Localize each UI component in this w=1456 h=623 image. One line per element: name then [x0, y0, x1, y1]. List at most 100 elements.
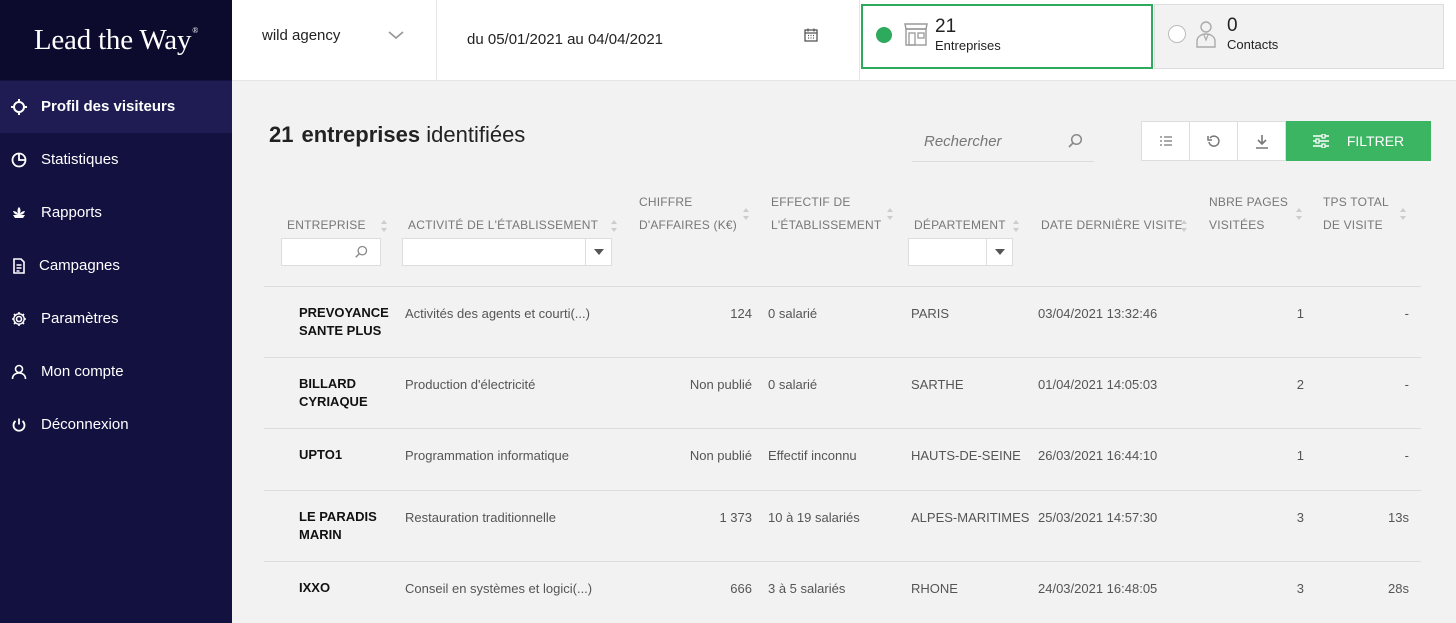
- table-row[interactable]: IXXO Conseil en systèmes et logici(...) …: [264, 561, 1421, 623]
- col-header-text: DE VISITE: [1323, 218, 1383, 232]
- user-icon: [11, 364, 27, 380]
- pages-cell: 2: [1296, 377, 1304, 392]
- col-header-text: D'AFFAIRES (K€): [639, 218, 737, 232]
- sliders-icon: [1312, 134, 1329, 148]
- sidebar-item-deconnexion[interactable]: Déconnexion: [0, 399, 232, 451]
- effectif-cell: 10 à 19 salariés: [768, 510, 860, 525]
- sidebar-item-statistiques[interactable]: Statistiques: [0, 134, 232, 186]
- search-input[interactable]: [912, 121, 1062, 161]
- sort-icon[interactable]: [1180, 219, 1188, 233]
- logo-mark: ®: [192, 25, 199, 35]
- duration-cell: -: [1404, 377, 1409, 392]
- sort-icon[interactable]: [1295, 207, 1303, 221]
- contacts-radio[interactable]: [1168, 25, 1186, 43]
- pages-cell: 1: [1296, 306, 1304, 321]
- dropdown-toggle[interactable]: [986, 239, 1012, 265]
- sidebar-item-campagnes[interactable]: Campagnes: [0, 240, 232, 292]
- effectif-cell: Effectif inconnu: [768, 448, 857, 463]
- ca-cell: Non publié: [689, 448, 752, 463]
- agency-name: wild agency: [262, 27, 341, 44]
- search-icon[interactable]: [1067, 133, 1083, 149]
- filter-button[interactable]: FILTRER: [1286, 121, 1431, 161]
- logo[interactable]: Lead the Way ®: [0, 0, 232, 80]
- col-header-text: DATE DERNIÈRE VISITE: [1041, 218, 1183, 232]
- sort-icon[interactable]: [886, 207, 894, 221]
- col-header-chiffre-affaires[interactable]: CHIFFRE D'AFFAIRES (K€): [639, 191, 737, 237]
- download-button[interactable]: [1237, 121, 1286, 161]
- ca-cell: 666: [730, 581, 752, 596]
- sort-icon[interactable]: [610, 219, 618, 233]
- company-name[interactable]: BILLARD CYRIAQUE: [299, 375, 399, 411]
- duration-cell: -: [1404, 306, 1409, 321]
- contacts-card[interactable]: 0 Contacts: [1154, 4, 1444, 69]
- company-name[interactable]: UPTO1: [299, 446, 399, 464]
- reset-button[interactable]: [1189, 121, 1238, 161]
- title-bold: entreprises: [301, 122, 421, 147]
- col-header-tps-total[interactable]: TPS TOTAL DE VISITE: [1323, 191, 1389, 237]
- col-header-activite[interactable]: ACTIVITÉ DE L'ÉTABLISSEMENT: [408, 214, 598, 237]
- ca-cell: Non publié: [689, 377, 752, 392]
- search-box: [912, 121, 1094, 162]
- columns-button[interactable]: [1141, 121, 1190, 161]
- table-row[interactable]: UPTO1 Programmation informatique Non pub…: [264, 428, 1421, 490]
- activity-cell: Restauration traditionnelle: [405, 510, 557, 525]
- table-row[interactable]: BILLARD CYRIAQUE Production d'électricit…: [264, 357, 1421, 428]
- duration-cell: 28s: [1388, 581, 1409, 596]
- activite-filter-select[interactable]: [402, 238, 612, 266]
- date-range-picker[interactable]: du 05/01/2021 au 04/04/2021: [437, 0, 860, 81]
- company-name[interactable]: IXXO: [299, 579, 399, 597]
- caret-down-icon: [994, 249, 1005, 255]
- departement-filter-select[interactable]: [908, 238, 1013, 266]
- entreprise-filter-input[interactable]: [281, 238, 381, 266]
- dropdown-toggle[interactable]: [585, 239, 611, 265]
- crosshair-icon: [11, 99, 27, 115]
- sidebar-item-mon-compte[interactable]: Mon compte: [0, 346, 232, 398]
- col-header-text: CHIFFRE: [639, 195, 693, 209]
- duration-cell: 13s: [1388, 510, 1409, 525]
- filter-label: FILTRER: [1346, 133, 1405, 149]
- sort-icon[interactable]: [1399, 207, 1407, 221]
- effectif-cell: 3 à 5 salariés: [768, 581, 846, 596]
- entreprises-radio[interactable]: [876, 27, 892, 43]
- col-header-nbre-pages[interactable]: NBRE PAGES VISITÉES: [1209, 191, 1288, 237]
- sidebar-item-rapports[interactable]: Rapports: [0, 187, 232, 239]
- col-header-text: L'ÉTABLISSEMENT: [771, 218, 882, 232]
- sort-icon[interactable]: [380, 219, 388, 233]
- calendar-icon[interactable]: [803, 27, 819, 43]
- sort-icon[interactable]: [1012, 219, 1020, 233]
- col-header-date-visite[interactable]: DATE DERNIÈRE VISITE: [1041, 214, 1183, 237]
- sidebar-item-label: Paramètres: [41, 310, 119, 327]
- date-cell: 26/03/2021 16:44:10: [1038, 448, 1158, 463]
- agency-select[interactable]: wild agency: [232, 0, 437, 81]
- effectif-cell: 0 salarié: [768, 306, 818, 321]
- table-row[interactable]: LE PARADIS MARIN Restauration traditionn…: [264, 490, 1421, 561]
- entreprises-label: Entreprises: [935, 38, 1001, 53]
- company-name[interactable]: LE PARADIS MARIN: [299, 508, 399, 544]
- table-row[interactable]: PREVOYANCE SANTE PLUS Activités des agen…: [264, 286, 1421, 357]
- activity-cell: Programmation informatique: [405, 448, 570, 463]
- title-rest: identifiées: [426, 122, 526, 147]
- col-header-text: TPS TOTAL: [1323, 195, 1389, 209]
- refresh-icon: [1206, 135, 1220, 147]
- pie-chart-icon: [11, 152, 27, 168]
- col-header-text: VISITÉES: [1209, 218, 1265, 232]
- pages-cell: 3: [1296, 510, 1304, 525]
- contacts-count: 0: [1227, 15, 1238, 36]
- col-header-entreprise[interactable]: ENTREPRISE: [287, 214, 366, 237]
- company-name[interactable]: PREVOYANCE SANTE PLUS: [299, 304, 399, 340]
- col-header-text: DÉPARTEMENT: [914, 218, 1006, 232]
- col-header-departement[interactable]: DÉPARTEMENT: [914, 214, 1006, 237]
- sidebar-item-label: Rapports: [41, 204, 102, 221]
- col-header-text: ENTREPRISE: [287, 218, 366, 232]
- lotus-icon: [13, 207, 25, 218]
- sort-icon[interactable]: [742, 207, 750, 221]
- date-cell: 24/03/2021 16:48:05: [1038, 581, 1158, 596]
- result-count: 21: [269, 122, 294, 147]
- entreprises-card[interactable]: 21 Entreprises: [861, 4, 1153, 69]
- departement-cell: RHONE: [911, 581, 958, 596]
- sidebar-item-profil-des-visiteurs[interactable]: Profil des visiteurs: [0, 81, 232, 133]
- col-header-effectif[interactable]: EFFECTIF DE L'ÉTABLISSEMENT: [771, 191, 881, 237]
- date-range-text: du 05/01/2021 au 04/04/2021: [467, 31, 664, 48]
- sidebar-item-parametres[interactable]: Paramètres: [0, 293, 232, 345]
- pages-cell: 3: [1296, 581, 1304, 596]
